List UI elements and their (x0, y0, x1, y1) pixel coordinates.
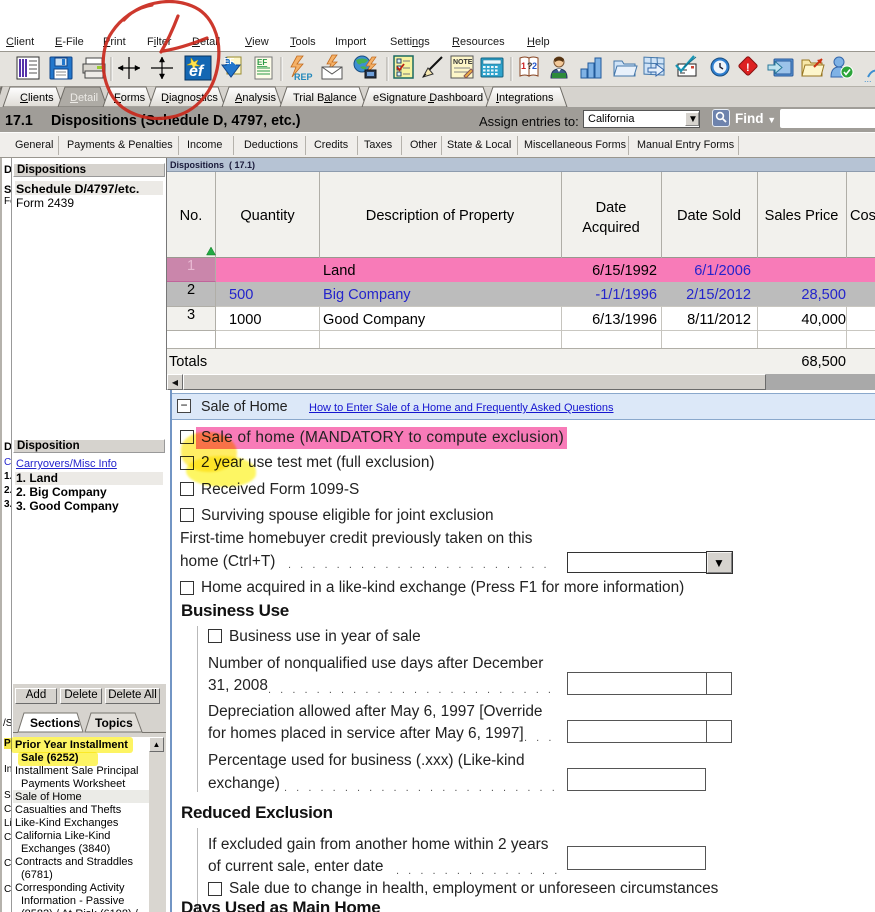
svg-text:ef: ef (189, 63, 205, 80)
svg-text:2: 2 (532, 61, 537, 71)
svg-text:...: ... (864, 74, 872, 84)
svg-text:EF: EF (257, 58, 267, 67)
svg-text:Topics: Topics (95, 716, 133, 730)
svg-text:NOTE: NOTE (453, 59, 473, 66)
svg-text:!: ! (746, 62, 750, 74)
svg-text:Integrations: Integrations (496, 92, 554, 104)
svg-text:Sections: Sections (30, 716, 80, 730)
svg-text:EF: EF (224, 57, 234, 66)
svg-text:REP: REP (294, 72, 313, 82)
svg-text:Diagnostics: Diagnostics (161, 92, 218, 104)
svg-text:1: 1 (521, 61, 526, 71)
